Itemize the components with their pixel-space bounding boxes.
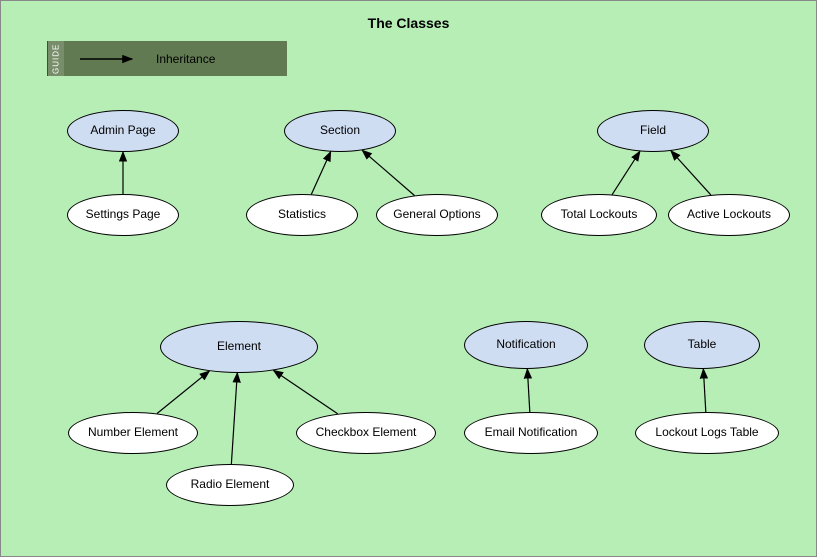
diagram-title: The Classes — [1, 15, 816, 31]
node-element: Element — [160, 321, 318, 373]
node-general-options: General Options — [376, 194, 498, 236]
node-total-lockouts: Total Lockouts — [541, 194, 657, 236]
legend-tab: GUIDE — [47, 41, 64, 76]
node-section: Section — [284, 110, 396, 152]
node-checkbox-element: Checkbox Element — [296, 412, 436, 454]
inheritance-arrow — [157, 371, 209, 413]
node-settings-page: Settings Page — [67, 194, 179, 236]
inheritance-arrow — [527, 369, 529, 412]
diagram-canvas: The Classes GUIDE Inheritance Admin Page… — [0, 0, 817, 557]
node-notification: Notification — [464, 321, 588, 369]
inheritance-arrow — [274, 370, 338, 413]
legend-body: Inheritance — [64, 41, 287, 76]
node-statistics: Statistics — [246, 194, 358, 236]
node-number-element: Number Element — [68, 412, 198, 454]
node-admin-page: Admin Page — [67, 110, 179, 152]
node-table: Table — [644, 321, 760, 369]
inheritance-arrow — [703, 369, 705, 412]
node-active-lockouts: Active Lockouts — [668, 194, 790, 236]
inheritance-arrow-icon — [78, 52, 138, 66]
inheritance-arrow — [231, 373, 237, 464]
node-email-notification: Email Notification — [464, 412, 598, 454]
arrow-layer — [1, 1, 817, 557]
inheritance-arrow — [671, 151, 711, 195]
node-field: Field — [597, 110, 709, 152]
inheritance-arrow — [362, 150, 414, 195]
inheritance-arrow — [311, 152, 330, 195]
inheritance-arrow — [612, 151, 640, 194]
node-radio-element: Radio Element — [166, 464, 294, 506]
node-lockout-logs-table: Lockout Logs Table — [635, 412, 779, 454]
legend-box: GUIDE Inheritance — [47, 41, 287, 76]
legend-label: Inheritance — [156, 52, 215, 66]
